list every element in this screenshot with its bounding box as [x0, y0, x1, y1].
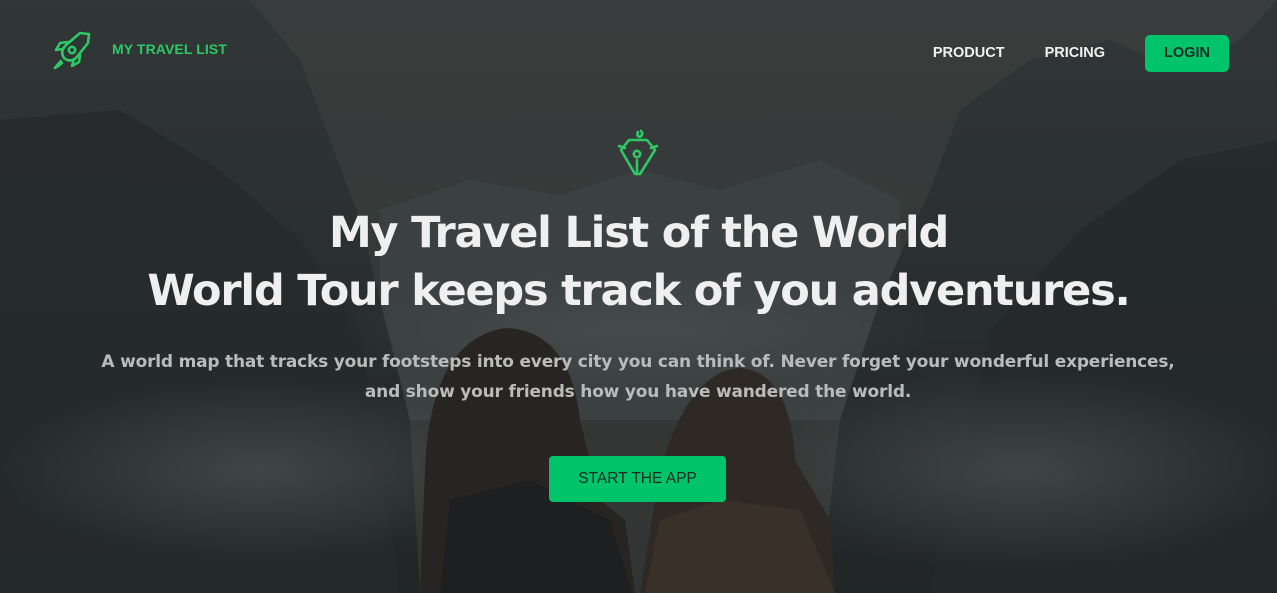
hero-headline-line-2: World Tour keeps track of you adventures… — [147, 266, 1130, 316]
hero-headline-line-1: My Travel List of the World — [328, 208, 949, 258]
hero-description: A world map that tracks your footsteps i… — [101, 352, 1175, 402]
brand-name: MY TRAVEL LIST — [112, 41, 227, 57]
rocket-icon — [53, 31, 91, 70]
nav-link-product[interactable]: PRODUCT — [933, 35, 1005, 72]
nav-links: PRODUCT PRICING LOGIN — [933, 35, 1229, 72]
hero-headline: My Travel List of the World World Tour k… — [0, 204, 1277, 320]
login-button[interactable]: LOGIN — [1145, 35, 1229, 72]
brand-logo-link[interactable]: MY TRAVEL LIST — [50, 28, 227, 72]
start-app-button[interactable]: START THE APP — [549, 456, 726, 502]
top-navigation: MY TRAVEL LIST PRODUCT PRICING LOGIN — [0, 0, 1277, 100]
nav-link-pricing[interactable]: PRICING — [1045, 35, 1105, 72]
rocket-icon — [617, 129, 659, 176]
